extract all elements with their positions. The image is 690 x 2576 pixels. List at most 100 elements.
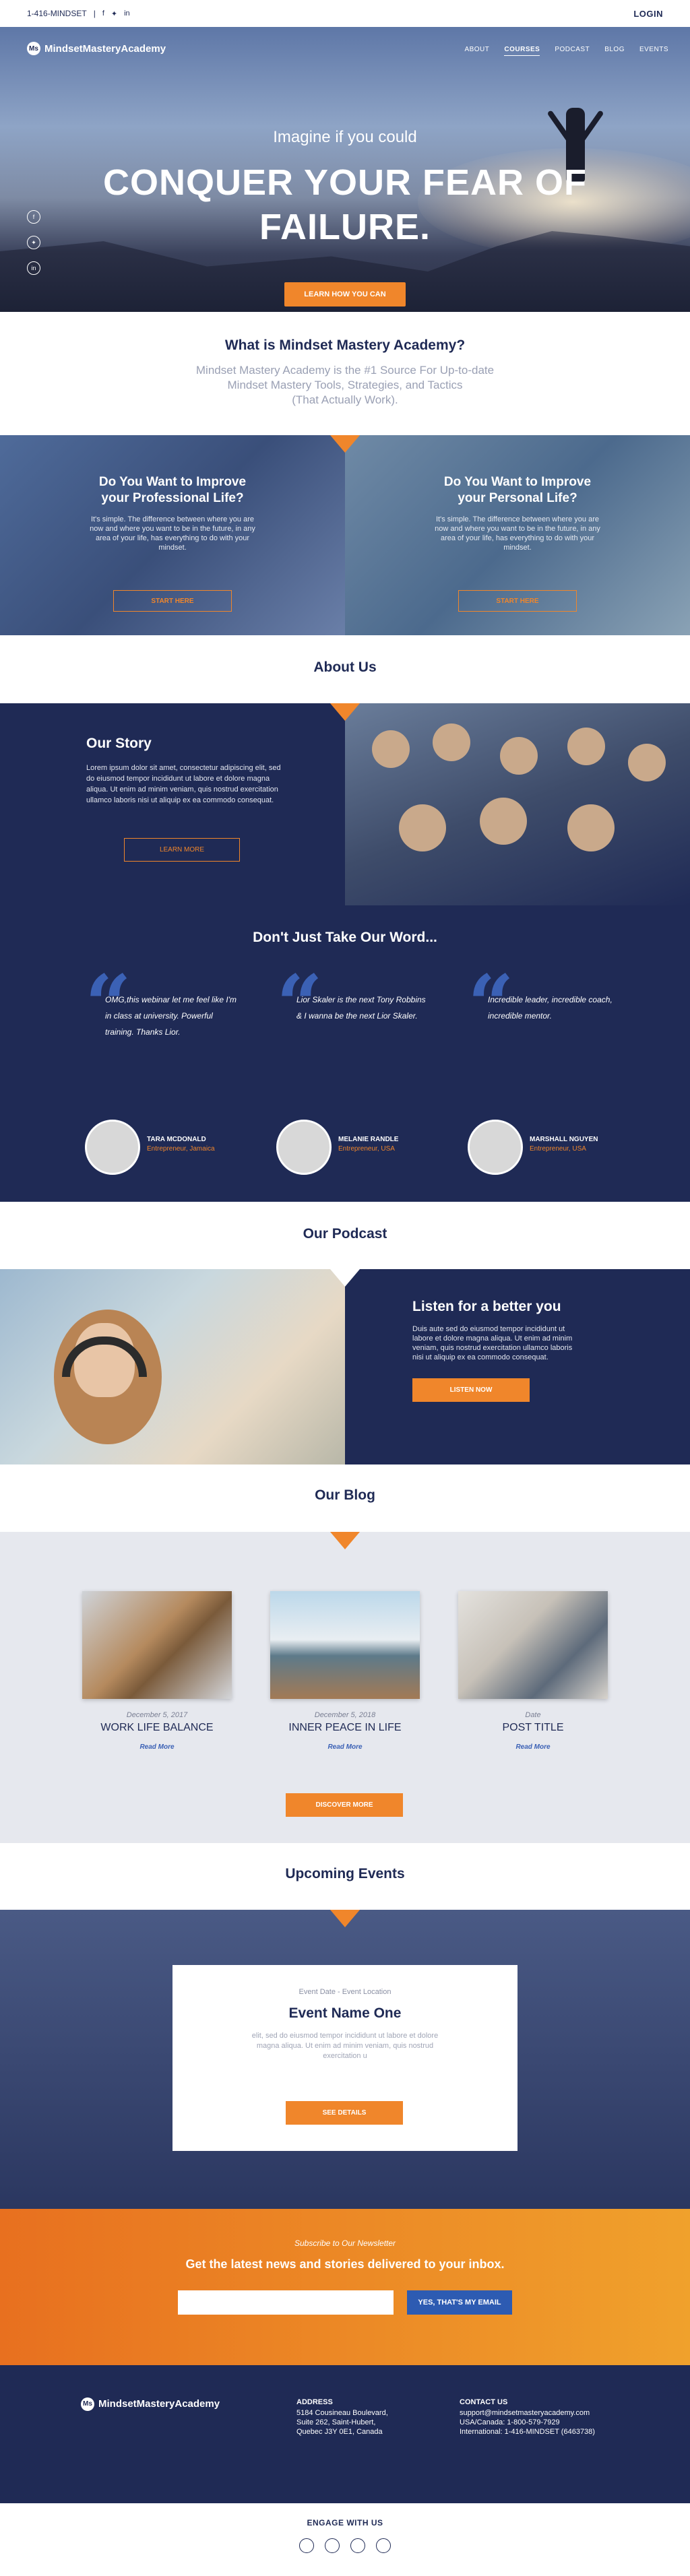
contact-phone[interactable]: USA/Canada: 1-800-579-7929 bbox=[460, 2418, 595, 2427]
blog-card[interactable]: December 5, 2018 INNER PEACE IN LIFE Rea… bbox=[270, 1591, 420, 1751]
read-more-link[interactable]: Read More bbox=[458, 1743, 608, 1751]
face bbox=[399, 804, 446, 851]
listen-now-button[interactable]: LISTEN NOW bbox=[412, 1378, 530, 1402]
story-title: Our Story bbox=[86, 736, 152, 751]
audience-photo bbox=[345, 703, 690, 905]
nav-podcast[interactable]: PODCAST bbox=[555, 46, 590, 56]
arrow-down-icon bbox=[330, 703, 360, 721]
face bbox=[567, 804, 615, 851]
linkedin-icon[interactable] bbox=[350, 2538, 365, 2553]
testimonial-card: “ Lior Skaler is the next Tony Robbins &… bbox=[276, 965, 431, 1175]
login-link[interactable]: LOGIN bbox=[633, 9, 663, 19]
face bbox=[480, 798, 527, 845]
newsletter-form: YES, THAT'S MY EMAIL bbox=[0, 2290, 690, 2315]
story-text: Lorem ipsum dolor sit amet, consectetur … bbox=[86, 764, 281, 804]
testimonial-name: MELANIE RANDLE bbox=[338, 1136, 399, 1143]
facebook-icon[interactable]: f bbox=[102, 9, 104, 18]
instagram-icon[interactable] bbox=[376, 2538, 391, 2553]
our-story-section: Our Story Lorem ipsum dolor sit amet, co… bbox=[0, 703, 690, 905]
see-details-button[interactable]: SEE DETAILS bbox=[286, 2101, 403, 2125]
face bbox=[433, 723, 470, 761]
blog-card[interactable]: Date POST TITLE Read More bbox=[458, 1591, 608, 1751]
what-is-line: (That Actually Work). bbox=[292, 393, 398, 406]
twitter-icon[interactable] bbox=[325, 2538, 340, 2553]
story-text-block: Our Story Lorem ipsum dolor sit amet, co… bbox=[0, 703, 345, 905]
hero-cta-button[interactable]: LEARN HOW YOU CAN bbox=[284, 282, 406, 307]
avatar bbox=[276, 1120, 332, 1175]
footer: Ms MindsetMasteryAcademy ADDRESS 5184 Co… bbox=[0, 2365, 690, 2503]
personal-life-panel: Do You Want to Improve your Personal Lif… bbox=[345, 435, 690, 635]
linkedin-icon[interactable]: in bbox=[27, 261, 40, 275]
what-is-title: What is Mindset Mastery Academy? bbox=[224, 337, 466, 353]
engage-title: ENGAGE WITH US bbox=[307, 2518, 383, 2527]
footer-logo[interactable]: Ms MindsetMasteryAcademy bbox=[81, 2397, 220, 2411]
nav-courses[interactable]: COURSES bbox=[504, 46, 540, 56]
face bbox=[567, 728, 605, 765]
event-name: Event Name One bbox=[288, 2005, 402, 2021]
blog-image bbox=[270, 1591, 420, 1699]
hero-section: Ms MindsetMasteryAcademy ABOUT COURSES P… bbox=[0, 27, 690, 312]
panel-title: Do You Want to Improve your Personal Lif… bbox=[443, 475, 592, 505]
what-is-line: Mindset Mastery Academy is the #1 Source… bbox=[195, 364, 495, 377]
blog-image bbox=[458, 1591, 608, 1699]
blog-card[interactable]: December 5, 2017 WORK LIFE BALANCE Read … bbox=[82, 1591, 232, 1751]
discover-more-button[interactable]: DISCOVER MORE bbox=[286, 1793, 403, 1817]
arrow-down-icon bbox=[330, 435, 360, 453]
blog-date: December 5, 2017 bbox=[126, 1711, 188, 1719]
read-more-link[interactable]: Read More bbox=[270, 1743, 420, 1751]
hero-title: CONQUER YOUR FEAR OF FAILURE. bbox=[102, 162, 588, 247]
face bbox=[372, 730, 410, 768]
address-column: ADDRESS 5184 Cousineau Boulevard, Suite … bbox=[296, 2397, 388, 2437]
panel-title: Do You Want to Improve your Professional… bbox=[98, 475, 247, 505]
engage-section: ENGAGE WITH US bbox=[0, 2503, 690, 2574]
events-section: Event Date - Event Location Event Name O… bbox=[0, 1910, 690, 2209]
podcast-title: Listen for a better you bbox=[412, 1299, 561, 1314]
logo-mark: Ms bbox=[27, 42, 40, 55]
hero-subtitle: Imagine if you could bbox=[273, 128, 417, 146]
newsletter-kicker: Subscribe to Our Newsletter bbox=[294, 2239, 396, 2248]
top-bar-left: 1-416-MINDSET | f ✦ in bbox=[27, 9, 130, 18]
site-logo[interactable]: Ms MindsetMasteryAcademy bbox=[27, 42, 166, 55]
phone-number[interactable]: 1-416-MINDSET bbox=[27, 9, 87, 18]
event-meta: Event Date - Event Location bbox=[299, 1988, 391, 1996]
nav-blog[interactable]: BLOG bbox=[604, 46, 625, 56]
linkedin-icon[interactable]: in bbox=[124, 9, 130, 18]
logo-text: MindsetMasteryAcademy bbox=[98, 2398, 220, 2410]
address-line: 5184 Cousineau Boulevard, bbox=[296, 2409, 388, 2417]
blog-title[interactable]: WORK LIFE BALANCE bbox=[82, 1722, 232, 1734]
testimonial-role: Entrepreneur, USA bbox=[338, 1145, 395, 1153]
start-here-button[interactable]: START HERE bbox=[458, 590, 577, 612]
blog-title[interactable]: POST TITLE bbox=[458, 1722, 608, 1734]
panel-text: It's simple. The difference between wher… bbox=[90, 515, 255, 552]
facebook-icon[interactable]: f bbox=[27, 210, 40, 224]
arrow-down-icon bbox=[330, 1532, 360, 1549]
contact-email[interactable]: support@mindsetmasteryacademy.com bbox=[460, 2408, 595, 2418]
facebook-icon[interactable] bbox=[299, 2538, 314, 2553]
blog-title[interactable]: INNER PEACE IN LIFE bbox=[270, 1722, 420, 1734]
professional-life-panel: Do You Want to Improve your Professional… bbox=[0, 435, 345, 635]
learn-more-button[interactable]: LEARN MORE bbox=[124, 838, 240, 862]
nav-events[interactable]: EVENTS bbox=[639, 46, 668, 56]
listener-photo bbox=[0, 1269, 345, 1464]
events-heading: Upcoming Events bbox=[285, 1866, 405, 1881]
main-nav: ABOUT COURSES PODCAST BLOG EVENTS bbox=[464, 46, 668, 56]
email-input[interactable] bbox=[178, 2290, 394, 2315]
separator: | bbox=[93, 9, 96, 18]
arrow-down-icon bbox=[330, 1269, 360, 1287]
testimonial-role: Entrepreneur, USA bbox=[530, 1145, 586, 1153]
testimonial-quote: Incredible leader, incredible coach, inc… bbox=[488, 995, 613, 1021]
contact-intl-phone[interactable]: International: 1-416-MINDSET (6463738) bbox=[460, 2427, 595, 2437]
nav-about[interactable]: ABOUT bbox=[464, 46, 489, 56]
testimonial-quote: OMG,this webinar let me feel like I'm in… bbox=[105, 995, 237, 1037]
engage-icons bbox=[0, 2538, 690, 2553]
twitter-icon[interactable]: ✦ bbox=[111, 9, 117, 18]
subscribe-button[interactable]: YES, THAT'S MY EMAIL bbox=[407, 2290, 512, 2315]
start-here-button[interactable]: START HERE bbox=[113, 590, 232, 612]
read-more-link[interactable]: Read More bbox=[82, 1743, 232, 1751]
testimonial-name: MARSHALL NGUYEN bbox=[530, 1136, 598, 1143]
about-heading: About Us bbox=[313, 659, 377, 675]
testimonial-name: TARA MCDONALD bbox=[147, 1136, 206, 1143]
logo-text: MindsetMasteryAcademy bbox=[44, 42, 166, 55]
twitter-icon[interactable]: ✦ bbox=[27, 236, 40, 249]
testimonials-section: Don't Just Take Our Word... “ OMG,this w… bbox=[0, 905, 690, 1202]
